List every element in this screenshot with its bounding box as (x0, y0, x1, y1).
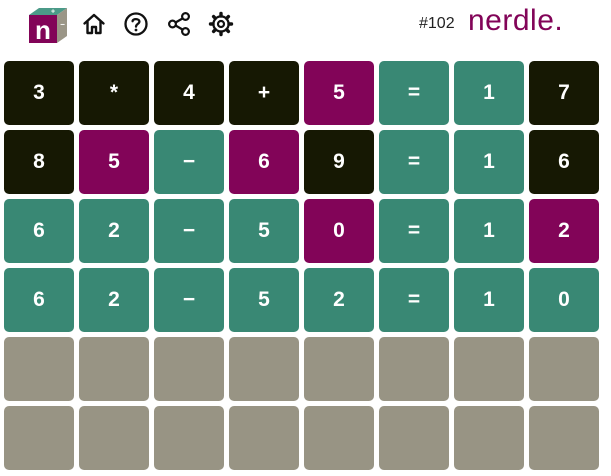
tile-r5-c5 (304, 337, 374, 401)
home-icon[interactable] (81, 11, 107, 37)
tile-r2-c4: 6 (229, 130, 299, 194)
tile-r5-c8 (529, 337, 599, 401)
tile-r6-c5 (304, 406, 374, 470)
tile-r2-c1: 8 (4, 130, 74, 194)
svg-text:+: + (51, 9, 55, 16)
tile-r4-c2: 2 (79, 268, 149, 332)
tile-r6-c2 (79, 406, 149, 470)
tile-r1-c6: = (379, 61, 449, 125)
tile-r5-c7 (454, 337, 524, 401)
tile-r2-c8: 6 (529, 130, 599, 194)
tile-r3-c1: 6 (4, 199, 74, 263)
tile-r6-c4 (229, 406, 299, 470)
share-icon[interactable] (166, 11, 192, 37)
tile-r4-c1: 6 (4, 268, 74, 332)
nerdle-logo[interactable]: n + − (26, 6, 68, 45)
header-bar: n + − #102 nerdle. (0, 0, 611, 52)
tile-r2-c6: = (379, 130, 449, 194)
svg-text:−: − (60, 20, 65, 29)
logo-letter: n (35, 15, 51, 44)
tile-r1-c2: * (79, 61, 149, 125)
tile-r3-c5: 0 (304, 199, 374, 263)
tile-r4-c7: 1 (454, 268, 524, 332)
tile-r3-c8: 2 (529, 199, 599, 263)
tile-r2-c3: − (154, 130, 224, 194)
tile-r5-c3 (154, 337, 224, 401)
tile-r3-c4: 5 (229, 199, 299, 263)
tile-r6-c6 (379, 406, 449, 470)
tile-r2-c2: 5 (79, 130, 149, 194)
tile-r4-c4: 5 (229, 268, 299, 332)
tile-r5-c4 (229, 337, 299, 401)
tile-r1-c3: 4 (154, 61, 224, 125)
tile-r3-c7: 1 (454, 199, 524, 263)
help-icon[interactable] (123, 11, 149, 37)
tile-r3-c2: 2 (79, 199, 149, 263)
tile-r5-c1 (4, 337, 74, 401)
tile-r1-c8: 7 (529, 61, 599, 125)
tile-r1-c4: + (229, 61, 299, 125)
tile-r5-c6 (379, 337, 449, 401)
tile-r4-c6: = (379, 268, 449, 332)
tile-r6-c3 (154, 406, 224, 470)
tile-r3-c6: = (379, 199, 449, 263)
brand-title: nerdle. (468, 4, 564, 37)
tile-r4-c5: 2 (304, 268, 374, 332)
tile-r2-c5: 9 (304, 130, 374, 194)
tile-r1-c1: 3 (4, 61, 74, 125)
game-number: #102 (419, 15, 455, 32)
tile-r6-c7 (454, 406, 524, 470)
tile-r2-c7: 1 (454, 130, 524, 194)
tile-r1-c7: 1 (454, 61, 524, 125)
tile-r1-c5: 5 (304, 61, 374, 125)
tile-r3-c3: − (154, 199, 224, 263)
tile-r4-c3: − (154, 268, 224, 332)
settings-icon[interactable] (208, 11, 234, 37)
tile-r5-c2 (79, 337, 149, 401)
tile-r4-c8: 0 (529, 268, 599, 332)
tile-r6-c8 (529, 406, 599, 470)
tile-r6-c1 (4, 406, 74, 470)
